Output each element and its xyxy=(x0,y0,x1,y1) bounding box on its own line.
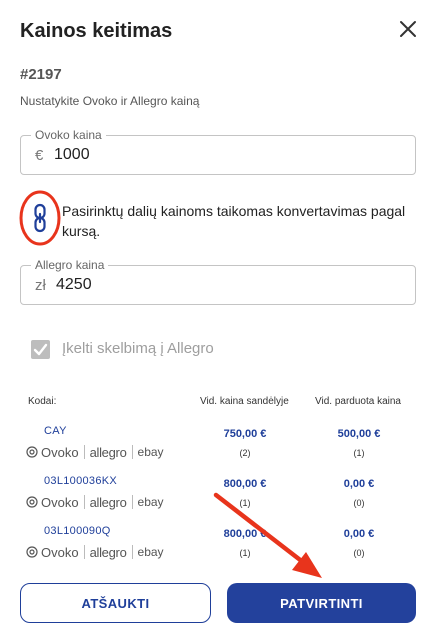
price-change-dialog: Kainos keitimas #2197 Nustatykite Ovoko … xyxy=(0,0,436,639)
cancel-button[interactable]: ATŠAUKTI xyxy=(20,583,211,623)
ovoko-price-value[interactable]: 1000 xyxy=(54,146,90,164)
ovoko-icon xyxy=(26,546,38,558)
platform-logos: Ovoko allegro ebay xyxy=(26,544,164,560)
allegro-price-value[interactable]: 4250 xyxy=(56,276,92,294)
codes-header: Kodai: xyxy=(28,396,57,407)
stock-count: (1) xyxy=(239,498,251,508)
confirm-button[interactable]: PATVIRTINTI xyxy=(227,583,416,623)
allegro-price-label: Allegro kaina xyxy=(31,258,109,272)
table-row: 03L100090Q Ovoko allegro ebay 800,00 € (… xyxy=(0,525,436,573)
avg-sold-price: 0,00 € xyxy=(343,478,375,490)
allegro-logo: allegro xyxy=(89,544,127,560)
allegro-logo: allegro xyxy=(89,494,127,510)
allegro-logo: allegro xyxy=(89,444,127,460)
sold-count: (1) xyxy=(353,448,365,458)
allegro-upload-label: Įkelti skelbimą į Allegro xyxy=(62,340,214,357)
stock-count: (1) xyxy=(239,548,251,558)
ovoko-icon xyxy=(26,446,38,458)
order-id: #2197 xyxy=(20,66,62,83)
part-code[interactable]: 03L100036KX xyxy=(44,475,117,487)
ovoko-text: Ovoko xyxy=(41,494,79,510)
ovoko-price-field[interactable]: Ovoko kaina € 1000 xyxy=(20,128,416,175)
part-code[interactable]: 03L100090Q xyxy=(44,525,111,537)
table-row: CAY Ovoko allegro ebay 750,00 € (2) 500,… xyxy=(0,425,436,473)
ovoko-logo: Ovoko xyxy=(26,545,79,560)
ovoko-logo: Ovoko xyxy=(26,495,79,510)
ovoko-logo: Ovoko xyxy=(26,445,79,460)
avg-stock-price-header: Vid. kaina sandėlyje xyxy=(200,396,289,407)
conversion-note: Pasirinktų dalių kainoms taikomas konver… xyxy=(62,203,406,239)
avg-sold-price-header: Vid. parduota kaina xyxy=(315,396,401,407)
avg-sold-price: 500,00 € xyxy=(337,428,381,440)
avg-stock-price: 750,00 € xyxy=(223,428,267,440)
euro-currency: € xyxy=(35,147,44,164)
avg-sold-price: 0,00 € xyxy=(343,528,375,540)
ovoko-text: Ovoko xyxy=(41,444,79,460)
link-icon[interactable] xyxy=(21,192,59,240)
dialog-title: Kainos keitimas xyxy=(20,20,173,42)
table-row: 03L100036KX Ovoko allegro ebay 800,00 € … xyxy=(0,475,436,523)
part-code[interactable]: CAY xyxy=(44,425,67,437)
sold-count: (0) xyxy=(353,498,365,508)
sold-count: (0) xyxy=(353,548,365,558)
avg-stock-price: 800,00 € xyxy=(223,478,267,490)
allegro-price-field[interactable]: Allegro kaina zł 4250 xyxy=(20,258,416,305)
stock-count: (2) xyxy=(239,448,251,458)
platform-logos: Ovoko allegro ebay xyxy=(26,444,164,460)
ebay-logo: ebay xyxy=(137,545,164,559)
ebay-logo: ebay xyxy=(137,495,164,509)
ovoko-text: Ovoko xyxy=(41,544,79,560)
ovoko-icon xyxy=(26,496,38,508)
dialog-subtitle: Nustatykite Ovoko ir Allegro kainą xyxy=(20,94,200,108)
close-icon[interactable] xyxy=(396,17,420,41)
allegro-upload-checkbox[interactable] xyxy=(31,340,50,359)
avg-stock-price: 800,00 € xyxy=(223,528,267,540)
ovoko-price-label: Ovoko kaina xyxy=(31,128,106,142)
ebay-logo: ebay xyxy=(137,445,164,459)
platform-logos: Ovoko allegro ebay xyxy=(26,494,164,510)
zloty-currency: zł xyxy=(35,277,46,294)
